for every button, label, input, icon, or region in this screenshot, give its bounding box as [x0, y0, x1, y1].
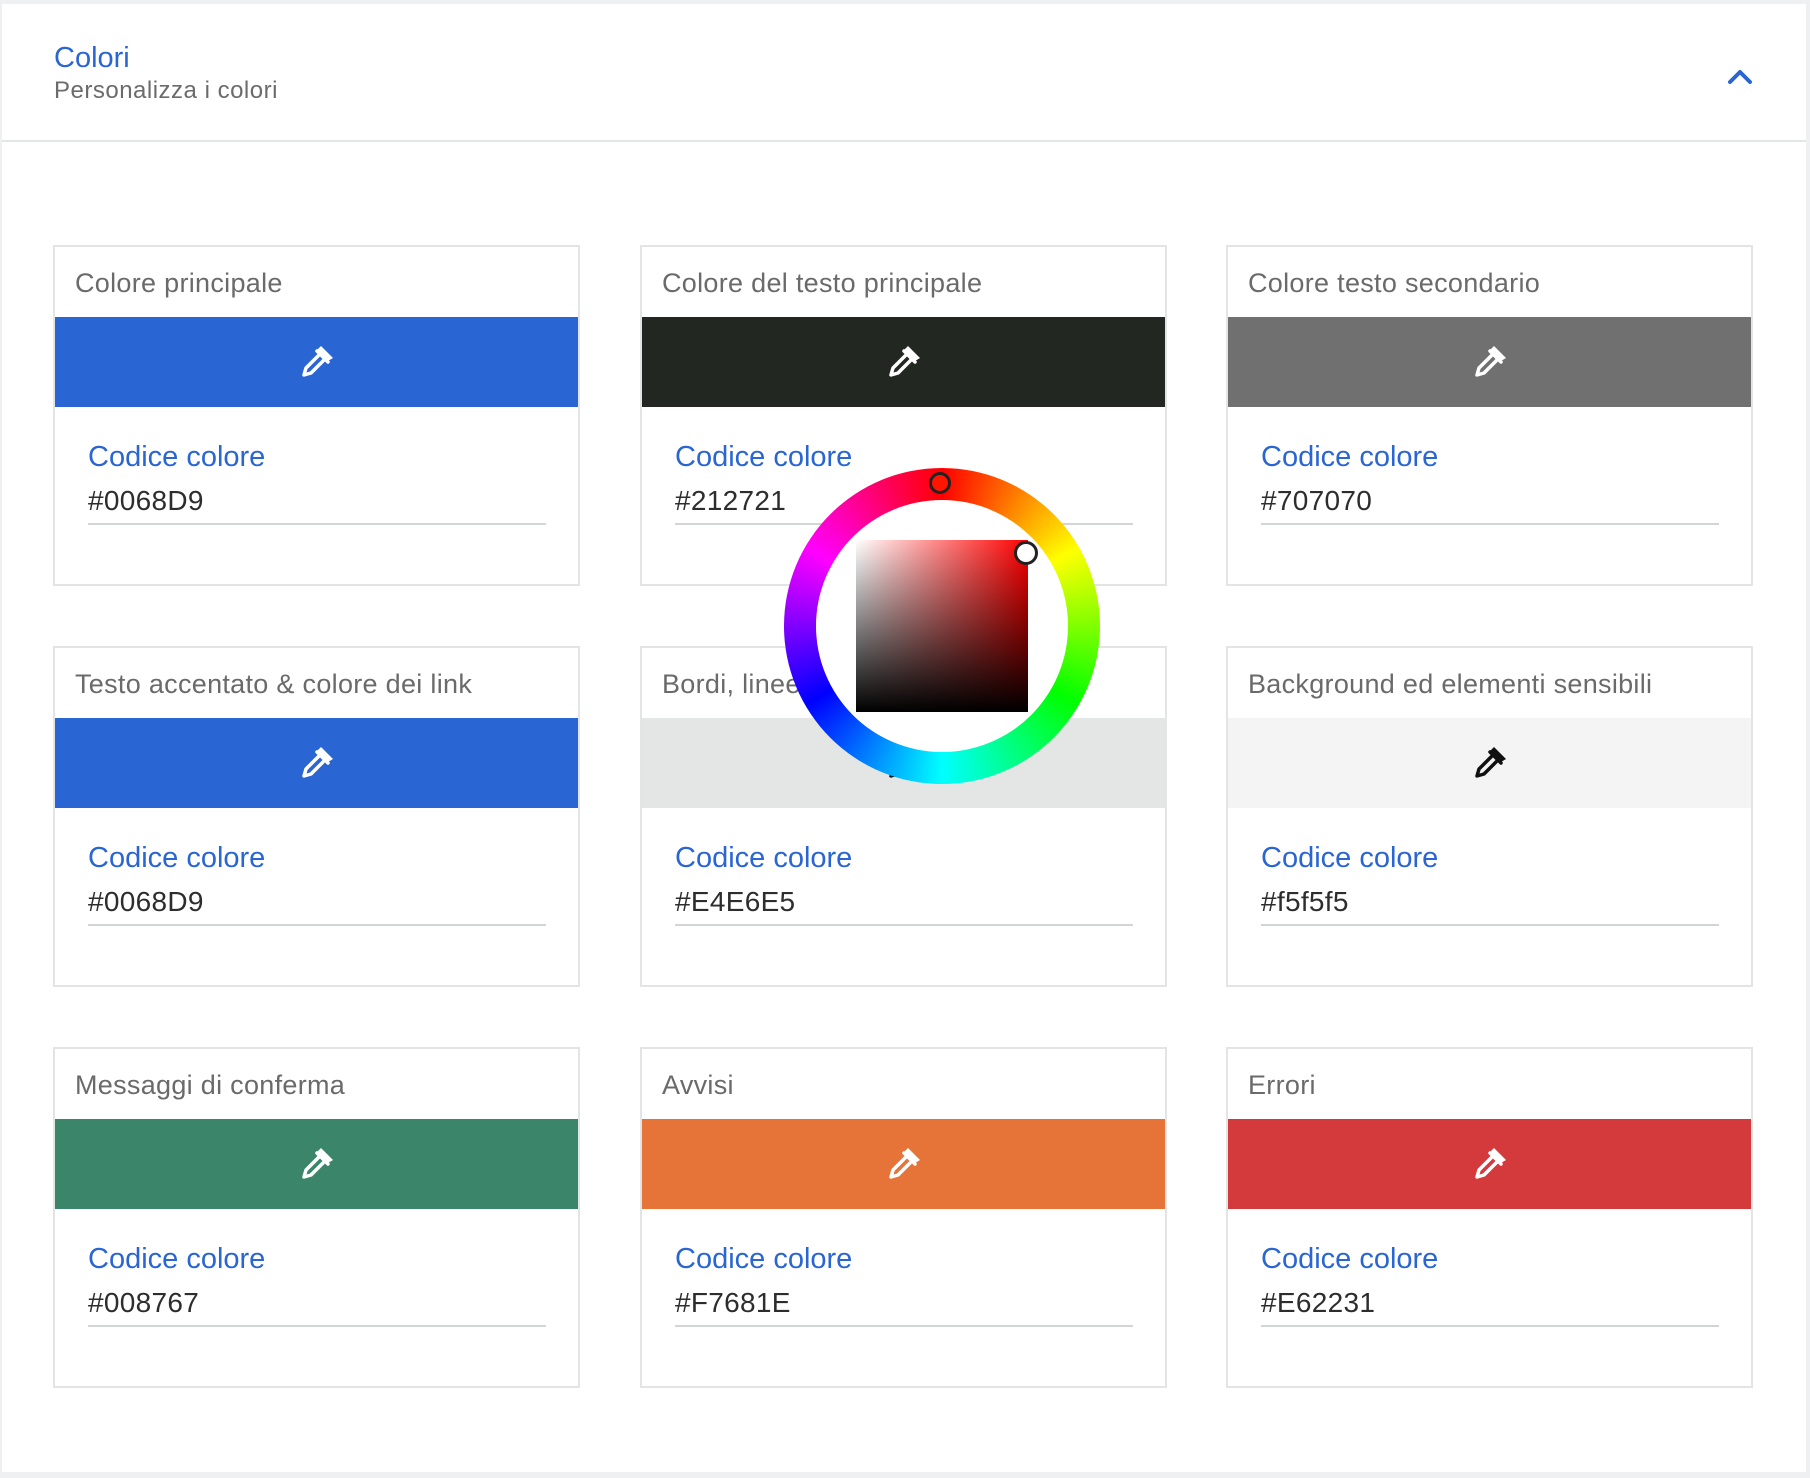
color-picker-popover: [784, 468, 1100, 784]
color-card: Colore testo secondario Codice colore: [1226, 245, 1753, 586]
panel-header[interactable]: Colori Personalizza i colori: [2, 4, 1806, 142]
card-title: Colore del testo principale: [662, 268, 983, 298]
color-swatch-button[interactable]: [55, 317, 578, 407]
color-code-input[interactable]: [88, 1281, 546, 1327]
color-code-input[interactable]: [88, 479, 546, 525]
card-title: Background ed elementi sensibili: [1248, 669, 1653, 699]
eyedropper-icon: [301, 1148, 333, 1179]
color-swatch-button[interactable]: [1228, 1119, 1751, 1209]
color-swatch-button[interactable]: [55, 1119, 578, 1209]
card-title: Colore testo secondario: [1248, 268, 1541, 298]
color-code-input[interactable]: [1261, 880, 1719, 926]
eyedropper-icon: [1474, 747, 1506, 778]
eyedropper-icon: [888, 346, 920, 377]
color-code-label: Codice colore: [1261, 842, 1439, 874]
card-title: Testo accentato & colore dei link: [75, 669, 473, 699]
card-title: Messaggi di conferma: [75, 1070, 346, 1100]
color-code-input[interactable]: [1261, 479, 1719, 525]
card-title: Avvisi: [662, 1070, 734, 1100]
color-code-label: Codice colore: [1261, 1243, 1439, 1275]
hue-handle[interactable]: [929, 472, 951, 494]
color-swatch-button[interactable]: [55, 718, 578, 808]
color-swatch-button[interactable]: [1228, 718, 1751, 808]
color-code-label: Codice colore: [675, 842, 853, 874]
chevron-up-icon: [1728, 70, 1752, 84]
collapse-button[interactable]: [1720, 56, 1760, 96]
eyedropper-icon: [888, 1148, 920, 1179]
color-code-label: Codice colore: [88, 1243, 266, 1275]
color-code-label: Codice colore: [675, 1243, 853, 1275]
saturation-value-handle[interactable]: [1014, 541, 1038, 565]
card-title: Colore principale: [75, 268, 283, 298]
color-code-input[interactable]: [675, 880, 1133, 926]
color-code-input[interactable]: [88, 880, 546, 926]
color-code-label: Codice colore: [88, 842, 266, 874]
color-swatch-button[interactable]: [642, 1119, 1165, 1209]
eyedropper-icon: [301, 747, 333, 778]
saturation-value-square[interactable]: [856, 540, 1028, 712]
color-card: Messaggi di conferma Codice colore: [53, 1047, 580, 1388]
color-code-input[interactable]: [675, 1281, 1133, 1327]
panel-title: Colori: [54, 42, 130, 74]
color-swatch-button[interactable]: [642, 317, 1165, 407]
color-card: Testo accentato & colore dei link Codice…: [53, 646, 580, 987]
color-card: Avvisi Codice colore: [640, 1047, 1167, 1388]
eyedropper-icon: [1474, 346, 1506, 377]
eyedropper-icon: [301, 346, 333, 377]
eyedropper-icon: [1474, 1148, 1506, 1179]
color-code-label: Codice colore: [88, 441, 266, 473]
card-title: Errori: [1248, 1070, 1316, 1100]
panel-subtitle: Personalizza i colori: [54, 77, 278, 104]
color-card: Background ed elementi sensibili Codice …: [1226, 646, 1753, 987]
color-code-label: Codice colore: [1261, 441, 1439, 473]
color-swatch-button[interactable]: [1228, 317, 1751, 407]
color-card: Errori Codice colore: [1226, 1047, 1753, 1388]
color-card: Colore principale Codice colore: [53, 245, 580, 586]
color-code-input[interactable]: [1261, 1281, 1719, 1327]
card-title: Bordi, linee: [662, 669, 801, 699]
